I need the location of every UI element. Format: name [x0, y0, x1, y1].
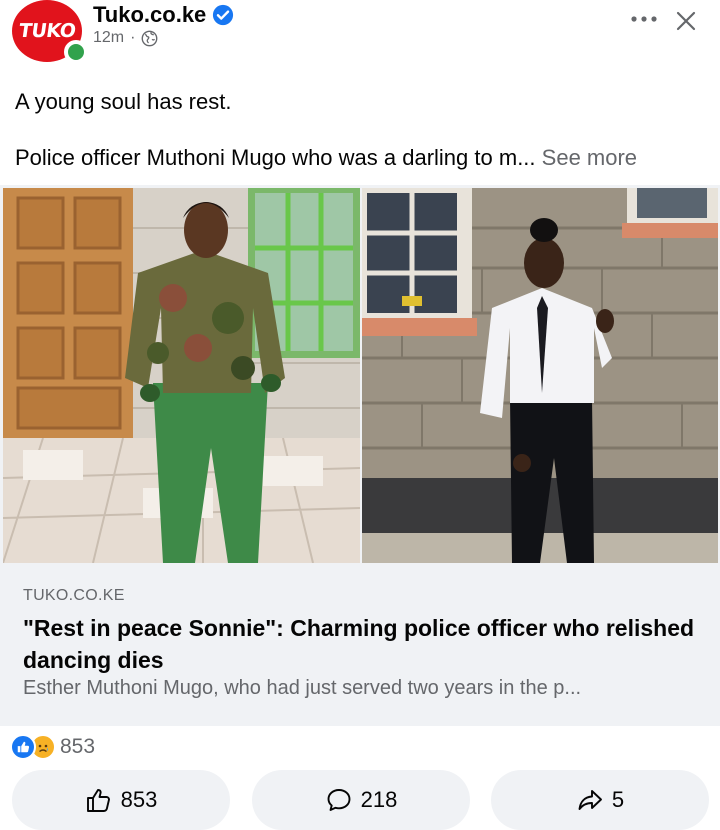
share-count: 5 [611, 787, 625, 812]
thumbs-up-icon [86, 789, 110, 812]
reactions-summary[interactable]: 853 [10, 733, 95, 761]
share-button[interactable]: 5 [491, 770, 709, 830]
photo-officer-uniform[interactable] [3, 188, 360, 563]
like-count: 853 [120, 787, 158, 812]
see-more-link[interactable]: See more [542, 145, 637, 170]
more-options-icon[interactable] [628, 8, 660, 30]
comment-button[interactable]: 218 [252, 770, 470, 830]
verified-badge-icon [213, 4, 234, 26]
post-text-truncated: Police officer Muthoni Mugo who was a da… [15, 145, 518, 170]
post-meta: 12m · [93, 29, 158, 47]
comment-count: 218 [360, 787, 398, 812]
post-text-ellipsis: ... [517, 145, 536, 170]
close-icon[interactable] [673, 8, 699, 34]
link-preview-card[interactable]: TUKO.CO.KE "Rest in peace Sonnie": Charm… [0, 563, 720, 726]
page-name[interactable]: Tuko.co.ke [93, 2, 206, 28]
avatar-logo-text: TUKO [17, 20, 77, 42]
link-title[interactable]: "Rest in peace Sonnie": Charming police … [23, 612, 703, 676]
share-arrow-icon [578, 790, 602, 810]
photo-officer-formal[interactable] [362, 188, 718, 563]
like-button[interactable]: 853 [12, 770, 230, 830]
like-reaction-icon [10, 734, 36, 760]
reaction-count: 853 [60, 735, 96, 758]
post-header: TUKO Tuko.co.ke 12m · [0, 0, 720, 70]
page-name-row: Tuko.co.ke [93, 2, 234, 28]
post-time[interactable]: 12m [93, 29, 124, 47]
online-status-dot [64, 40, 88, 64]
meta-separator: · [130, 29, 136, 46]
post-photos[interactable] [0, 185, 720, 563]
link-domain: TUKO.CO.KE [23, 587, 125, 604]
comment-bubble-icon [327, 789, 351, 811]
post-text-line1: A young soul has rest. [15, 89, 232, 114]
globe-icon [142, 30, 158, 46]
post-action-bar: 853 218 5 [0, 770, 720, 830]
link-description: Esther Muthoni Mugo, who had just served… [23, 677, 582, 699]
post-text-line2: Police officer Muthoni Mugo who was a da… [15, 145, 637, 171]
